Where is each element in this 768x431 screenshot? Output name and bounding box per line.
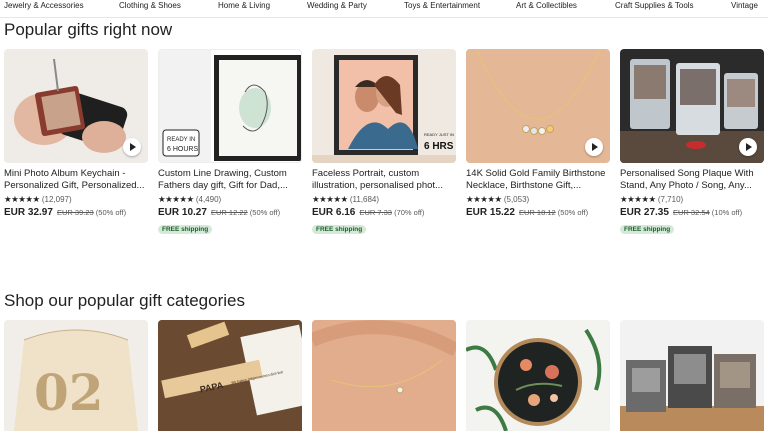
sale-price: EUR 15.22 [466,207,515,218]
review-count: (7,710) [657,195,684,204]
review-count: (4,490) [195,195,222,204]
original-price: EUR 39.23 [57,208,94,217]
discount: (50% off) [95,208,127,217]
product-card[interactable]: 14K Solid Gold Family Birthstone Necklac… [466,49,610,218]
price-row: EUR 27.35 EUR 32.54 (10% off) [620,207,764,218]
star-rating-icon: ★★★★★ [312,194,348,204]
gift-categories-heading: Shop our popular gift categories [4,291,245,310]
star-rating-icon: ★★★★★ [466,194,502,204]
product-rating: ★★★★★ (11,684) [312,194,456,205]
discount: (50% off) [249,208,281,217]
price-row: EUR 6.16 EUR 7.33 (70% off) [312,207,456,218]
sale-price: EUR 10.27 [158,207,207,218]
product-title[interactable]: 14K Solid Gold Family Birthstone Necklac… [466,168,610,192]
category-tile-embroidery[interactable] [466,320,610,431]
category-nav: Jewelry & Accessories Clothing & Shoes H… [0,0,768,18]
anklet-image [312,320,456,431]
product-title[interactable]: Personalised Song Plaque With Stand, Any… [620,168,764,192]
papa-tag-image: PAPA Wir haben mitgenommen dich lieb [158,320,302,431]
product-card[interactable]: Mini Photo Album Keychain - Personalized… [4,49,148,218]
embroidery-hoop-image [466,320,610,431]
product-card[interactable]: Personalised Song Plaque With Stand, Any… [620,49,764,236]
free-shipping-badge: FREE shipping [620,225,675,234]
product-rating: ★★★★★ (4,490) [158,194,302,205]
sale-price: EUR 6.16 [312,207,356,218]
ready-badge-text: 6 HRS [424,141,454,152]
price-row: EUR 15.22 EUR 18.12 (50% off) [466,207,610,218]
nav-home-living[interactable]: Home & Living [218,1,270,10]
ready-badge-text: 6 HOURS [167,146,198,153]
line-drawing-image: READY IN 6 HOURS [159,50,301,162]
folded-book-image: 02 [14,329,138,431]
review-count: (12,097) [41,195,72,204]
nav-craft-supplies-tools[interactable]: Craft Supplies & Tools [615,1,694,10]
product-title[interactable]: Mini Photo Album Keychain - Personalized… [4,168,148,192]
review-count: (5,053) [503,195,530,204]
ready-badge-text: READY JUST IN [424,132,454,137]
star-rating-icon: ★★★★★ [4,194,40,204]
free-shipping-badge: FREE shipping [312,225,367,234]
price-row: EUR 10.27 EUR 12.22 (50% off) [158,207,302,218]
popular-gifts-heading: Popular gifts right now [4,20,173,39]
product-image[interactable]: READY IN 6 HOURS [158,49,302,163]
category-tile-engraving[interactable]: PAPA Wir haben mitgenommen dich lieb [158,320,302,431]
product-rating: ★★★★★ (7,710) [620,194,764,205]
original-price: EUR 12.22 [211,208,248,217]
faceless-portrait-image: READY JUST IN 6 HRS [312,55,456,163]
product-image[interactable] [4,49,148,163]
nav-toys-entertainment[interactable]: Toys & Entertainment [404,1,480,10]
play-video-icon[interactable] [585,138,603,156]
original-price: EUR 32.54 [673,208,710,217]
play-video-icon[interactable] [739,138,757,156]
discount: (10% off) [711,208,743,217]
original-price: EUR 7.33 [359,208,392,217]
photo-puzzle-image [620,346,764,431]
product-title[interactable]: Faceless Portrait, custom illustration, … [312,168,456,192]
discount: (70% off) [394,208,425,217]
ready-badge-text: READY IN [167,137,195,143]
original-price: EUR 18.12 [519,208,556,217]
product-card[interactable]: READY JUST IN 6 HRS Faceless Portrait, c… [312,49,456,236]
sale-price: EUR 32.97 [4,207,53,218]
star-rating-icon: ★★★★★ [158,194,194,204]
book-fold-digits: 02 [34,363,104,422]
price-row: EUR 32.97 EUR 39.23 (50% off) [4,207,148,218]
product-image[interactable] [466,49,610,163]
nav-art-collectibles[interactable]: Art & Collectibles [516,1,577,10]
play-video-icon[interactable] [123,138,141,156]
discount: (50% off) [557,208,589,217]
product-title[interactable]: Custom Line Drawing, Custom Fathers day … [158,168,302,192]
nav-vintage[interactable]: Vintage [731,1,758,10]
product-image[interactable] [620,49,764,163]
product-card[interactable]: READY IN 6 HOURS Custom Line Drawing, Cu… [158,49,302,236]
nav-jewelry-accessories[interactable]: Jewelry & Accessories [4,1,84,10]
category-tile-photo-puzzle[interactable] [620,320,764,431]
product-image[interactable]: READY JUST IN 6 HRS [312,49,456,163]
review-count: (11,684) [349,195,380,204]
category-tile-jewelry[interactable] [312,320,456,431]
product-rating: ★★★★★ (12,097) [4,194,148,205]
nav-wedding-party[interactable]: Wedding & Party [307,1,367,10]
star-rating-icon: ★★★★★ [620,194,656,204]
sale-price: EUR 27.35 [620,207,669,218]
category-tile-book-art[interactable]: 02 [4,320,148,431]
product-rating: ★★★★★ (5,053) [466,194,610,205]
free-shipping-badge: FREE shipping [158,225,213,234]
nav-clothing-shoes[interactable]: Clothing & Shoes [119,1,181,10]
